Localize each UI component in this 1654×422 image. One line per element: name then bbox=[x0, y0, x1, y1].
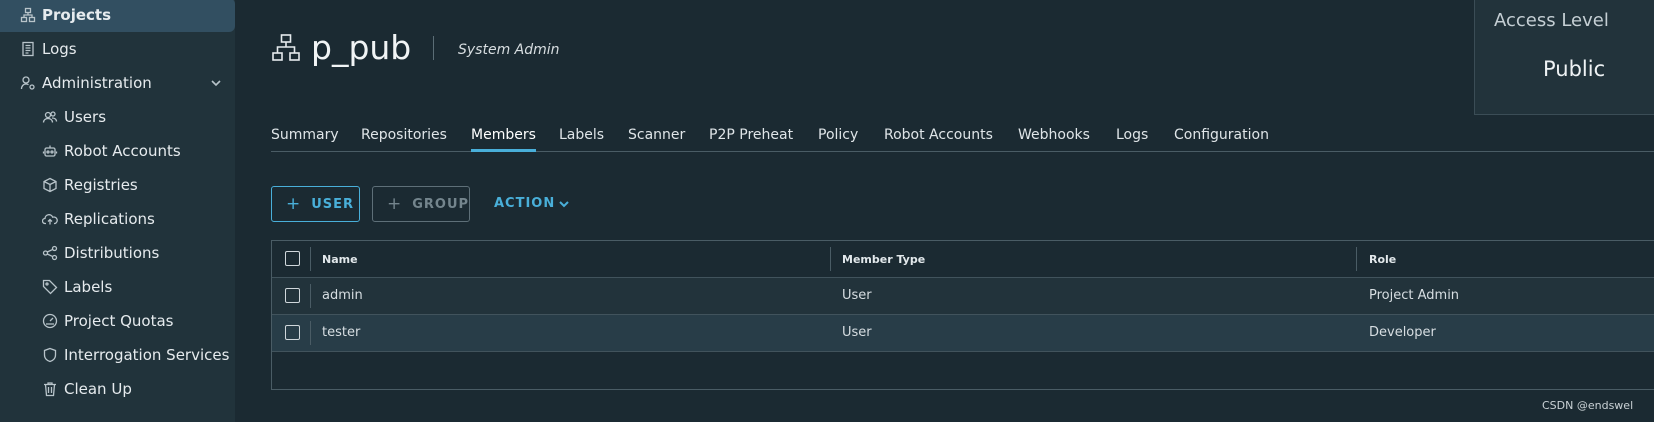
tab-bar: Summary Repositories Members Labels Scan… bbox=[271, 122, 1654, 152]
header-divider bbox=[433, 36, 434, 60]
tab-webhooks[interactable]: Webhooks bbox=[1018, 127, 1090, 152]
sidebar-item-label: Interrogation Services bbox=[64, 346, 230, 364]
sidebar-item-label: Clean Up bbox=[64, 380, 132, 398]
select-all-checkbox[interactable] bbox=[285, 251, 300, 266]
sidebar-item-replications[interactable]: Replications bbox=[0, 202, 235, 236]
sidebar-item-users[interactable]: Users bbox=[0, 100, 235, 134]
access-level-value: Public bbox=[1543, 57, 1606, 81]
registries-icon bbox=[42, 177, 58, 193]
sidebar-item-label: Project Quotas bbox=[64, 312, 174, 330]
administration-icon bbox=[20, 75, 36, 91]
access-level-title: Access Level bbox=[1494, 10, 1609, 31]
member-type: User bbox=[842, 325, 872, 340]
user-role: System Admin bbox=[458, 42, 560, 58]
add-user-button[interactable]: + USER bbox=[271, 186, 360, 222]
labels-icon bbox=[42, 279, 58, 295]
sidebar-item-labels[interactable]: Labels bbox=[0, 270, 235, 304]
trash-icon bbox=[42, 381, 58, 397]
sidebar-item-registries[interactable]: Registries bbox=[0, 168, 235, 202]
distributions-icon bbox=[42, 245, 58, 261]
tab-summary[interactable]: Summary bbox=[271, 127, 339, 152]
row-checkbox[interactable] bbox=[285, 288, 300, 303]
chevron-down-icon[interactable] bbox=[209, 76, 223, 90]
robot-icon bbox=[42, 143, 58, 159]
logs-icon bbox=[20, 41, 36, 57]
sidebar-item-label: Distributions bbox=[64, 244, 160, 262]
add-user-label: USER bbox=[311, 196, 355, 212]
add-group-button[interactable]: + GROUP bbox=[372, 186, 470, 222]
tab-p2p-preheat[interactable]: P2P Preheat bbox=[709, 127, 793, 152]
sidebar-item-label: Logs bbox=[42, 40, 77, 58]
column-divider bbox=[310, 284, 311, 308]
sidebar-item-administration[interactable]: Administration bbox=[0, 66, 235, 100]
table-row[interactable]: admin User Project Admin bbox=[272, 278, 1654, 315]
tab-members[interactable]: Members bbox=[471, 127, 536, 152]
sidebar-item-project-quotas[interactable]: Project Quotas bbox=[0, 304, 235, 338]
add-group-label: GROUP bbox=[412, 196, 470, 212]
access-level-panel: Access Level Public bbox=[1474, 0, 1654, 115]
column-header-name[interactable]: Name bbox=[322, 253, 358, 266]
table-header: Name Member Type Role bbox=[272, 241, 1654, 278]
action-label: ACTION bbox=[494, 196, 556, 211]
sidebar-item-interrogation-services[interactable]: Interrogation Services bbox=[0, 338, 235, 372]
replications-icon bbox=[42, 211, 58, 227]
members-table: Name Member Type Role admin User Project… bbox=[271, 240, 1654, 390]
sidebar-item-logs[interactable]: Logs bbox=[0, 32, 235, 66]
sidebar-item-label: Replications bbox=[64, 210, 155, 228]
sidebar: Projects Logs Administration Users Robot… bbox=[0, 0, 235, 422]
sidebar-item-projects[interactable]: Projects bbox=[0, 0, 235, 32]
tab-robot-accounts[interactable]: Robot Accounts bbox=[884, 127, 993, 152]
page-title: p_pub bbox=[311, 28, 412, 67]
tab-labels[interactable]: Labels bbox=[559, 127, 604, 152]
column-divider[interactable] bbox=[830, 247, 831, 271]
sidebar-item-robot-accounts[interactable]: Robot Accounts bbox=[0, 134, 235, 168]
column-divider[interactable] bbox=[1356, 247, 1357, 271]
sidebar-item-label: Projects bbox=[42, 6, 112, 24]
plus-icon: + bbox=[387, 194, 403, 214]
project-icon bbox=[271, 33, 301, 63]
column-divider bbox=[310, 321, 311, 345]
tab-logs[interactable]: Logs bbox=[1116, 127, 1148, 152]
member-name: admin bbox=[322, 288, 363, 303]
action-dropdown[interactable]: ACTION bbox=[494, 196, 570, 211]
tab-scanner[interactable]: Scanner bbox=[628, 127, 685, 152]
projects-icon bbox=[20, 7, 36, 23]
sidebar-item-label: Labels bbox=[64, 278, 113, 296]
watermark: CSDN @endswel bbox=[1542, 399, 1634, 412]
tab-repositories[interactable]: Repositories bbox=[361, 127, 447, 152]
sidebar-item-label: Administration bbox=[42, 74, 152, 92]
shield-icon bbox=[42, 347, 58, 363]
member-role: Project Admin bbox=[1369, 288, 1460, 303]
member-name: tester bbox=[322, 325, 361, 340]
users-icon bbox=[42, 109, 58, 125]
column-header-member-type[interactable]: Member Type bbox=[842, 253, 925, 266]
quotas-icon bbox=[42, 313, 58, 329]
table-row[interactable]: tester User Developer bbox=[272, 315, 1654, 352]
sidebar-item-label: Users bbox=[64, 108, 107, 126]
plus-icon: + bbox=[286, 194, 302, 214]
sidebar-item-label: Robot Accounts bbox=[64, 142, 181, 160]
column-header-role[interactable]: Role bbox=[1369, 253, 1396, 266]
sidebar-item-distributions[interactable]: Distributions bbox=[0, 236, 235, 270]
tab-configuration[interactable]: Configuration bbox=[1174, 127, 1269, 152]
row-checkbox[interactable] bbox=[285, 325, 300, 340]
sidebar-item-label: Registries bbox=[64, 176, 138, 194]
column-divider bbox=[310, 247, 311, 271]
member-role: Developer bbox=[1369, 325, 1436, 340]
sidebar-item-clean-up[interactable]: Clean Up bbox=[0, 372, 235, 406]
tab-policy[interactable]: Policy bbox=[818, 127, 858, 152]
member-type: User bbox=[842, 288, 872, 303]
chevron-down-icon bbox=[559, 200, 569, 207]
